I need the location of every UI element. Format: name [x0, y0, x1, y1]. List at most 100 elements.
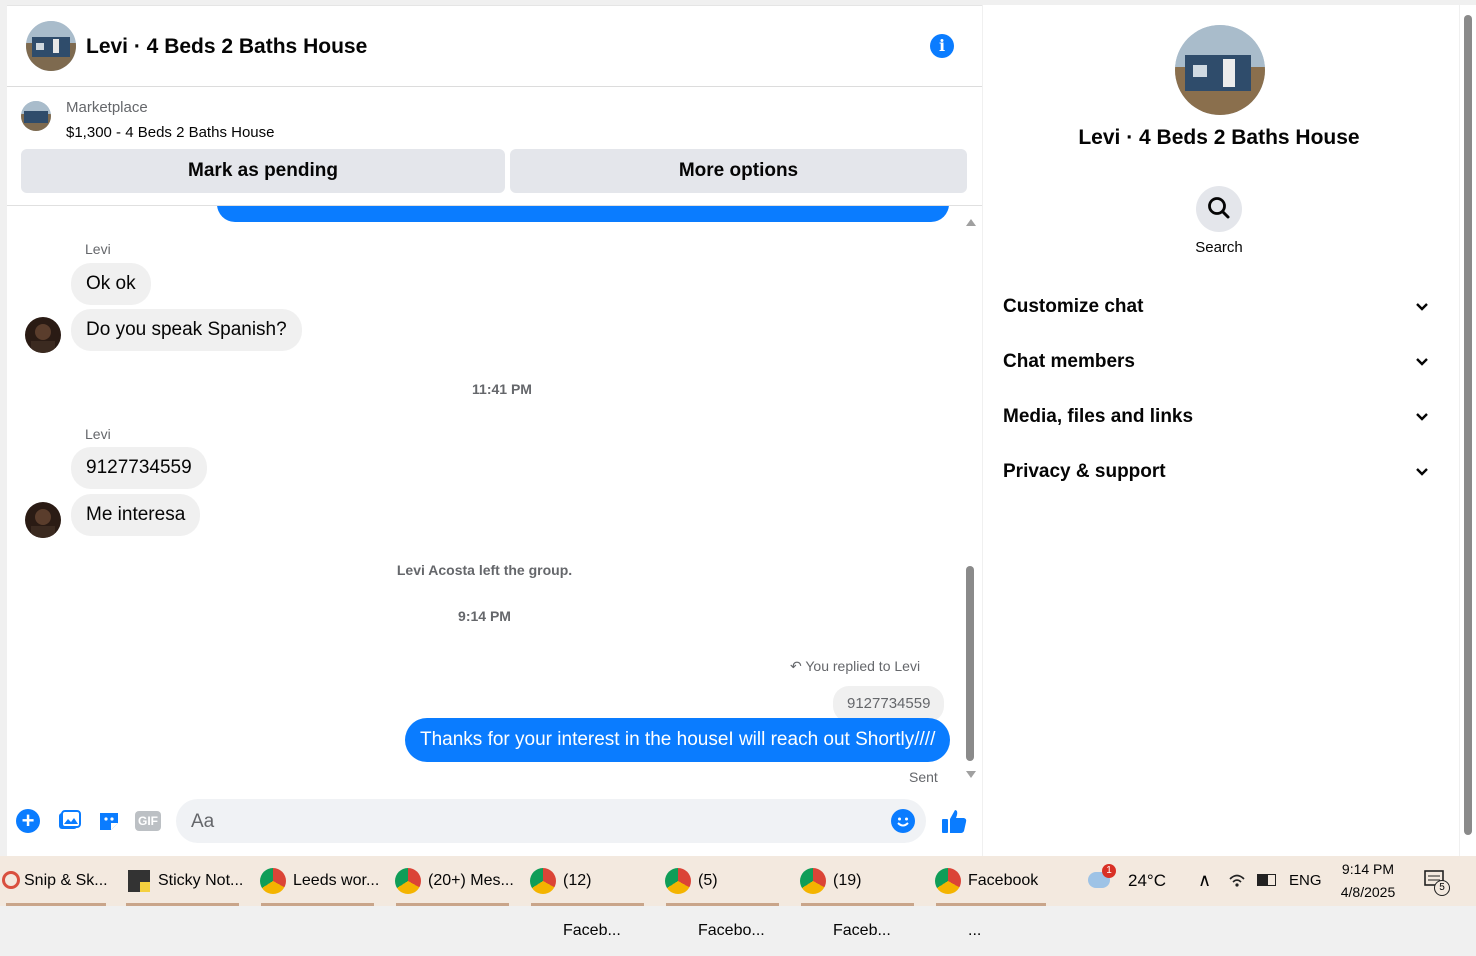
message-input[interactable]: Aa: [176, 799, 926, 843]
group-event: Levi Acosta left the group.: [396, 562, 573, 578]
notification-count: 5: [1434, 880, 1450, 896]
outgoing-message[interactable]: Thanks for your interest in the houseI w…: [405, 718, 951, 762]
section-privacy-support[interactable]: Privacy & support: [1003, 461, 1443, 491]
taskbar-label: (19) Faceb...: [833, 872, 891, 939]
chat-pane: Levi · 4 Beds 2 Baths House i Marketplac…: [7, 5, 982, 857]
person-photo: [31, 509, 55, 538]
message-list[interactable]: Levi Ok ok Do you speak Spanish? 11:41 P…: [7, 206, 967, 786]
sticky-notes-icon: [128, 870, 150, 892]
taskbar-label: (20+) Mes...: [428, 872, 514, 889]
details-avatar[interactable]: [1175, 25, 1265, 115]
chrome-icon: [665, 868, 691, 894]
taskbar-app-chrome[interactable]: Facebook ...: [930, 856, 1052, 939]
message-bubble[interactable]: 9127734559: [71, 447, 207, 489]
listing-thumbnail[interactable]: [21, 101, 51, 131]
taskbar-app-chrome[interactable]: (19) Faceb...: [795, 856, 920, 939]
chrome-icon: [935, 868, 961, 894]
emoji-icon[interactable]: [891, 809, 915, 833]
clipped-outgoing-bubble: [217, 206, 949, 222]
quoted-message[interactable]: 9127734559: [833, 686, 945, 722]
taskbar-app-chrome[interactable]: Leeds wor...: [255, 856, 380, 906]
scroll-thumb[interactable]: [966, 566, 974, 761]
section-label: Privacy & support: [1003, 461, 1166, 482]
snip-icon: [2, 871, 20, 889]
search-icon: [1208, 197, 1230, 219]
language-indicator[interactable]: ENG: [1289, 872, 1322, 889]
weather-badge: 1: [1102, 864, 1116, 878]
taskbar-label: Facebook ...: [968, 872, 1039, 939]
scroll-down-icon[interactable]: [966, 771, 976, 778]
chevron-up-icon[interactable]: ∧: [1198, 870, 1211, 891]
person-photo: [31, 324, 55, 353]
chevron-down-icon: [1416, 358, 1428, 366]
info-icon[interactable]: i: [930, 34, 954, 58]
window-scrollbar[interactable]: [1460, 5, 1476, 856]
like-icon[interactable]: [940, 807, 968, 840]
sender-name: Levi: [85, 241, 111, 257]
search-label: Search: [1195, 239, 1243, 256]
section-label: Chat members: [1003, 351, 1135, 372]
chat-avatar[interactable]: [26, 21, 76, 71]
timestamp: 9:14 PM: [458, 608, 511, 624]
taskbar-label: Sticky Not...: [158, 872, 244, 889]
taskbar-app-chrome[interactable]: (5) Facebo...: [660, 856, 785, 939]
sender-name: Levi: [85, 426, 111, 442]
taskbar-app-chrome[interactable]: (20+) Mes...: [390, 856, 515, 906]
chevron-down-icon: [1416, 303, 1428, 311]
taskbar-label: (5) Facebo...: [698, 872, 765, 939]
notification-center-icon[interactable]: 5: [1424, 870, 1450, 896]
chevron-down-icon: [1416, 468, 1428, 476]
wifi-icon[interactable]: [1228, 871, 1246, 894]
house-thumb: [21, 101, 51, 131]
listing-title[interactable]: $1,300 - 4 Beds 2 Baths House: [66, 124, 274, 141]
gif-icon[interactable]: GIF: [135, 811, 161, 831]
chevron-down-icon: [1416, 413, 1428, 421]
chrome-icon: [530, 868, 556, 894]
chat-title: Levi · 4 Beds 2 Baths House: [86, 35, 368, 58]
message-bubble[interactable]: Ok ok: [71, 263, 151, 305]
temperature[interactable]: 24°C: [1128, 871, 1166, 891]
taskbar-app-chrome[interactable]: (12) Faceb...: [525, 856, 650, 939]
sent-status: Sent: [909, 769, 938, 785]
chat-header: Levi · 4 Beds 2 Baths House i: [7, 6, 982, 87]
taskbar-label: Snip & Sk...: [24, 872, 108, 889]
clock-date[interactable]: 4/8/2025: [1336, 884, 1400, 900]
marketplace-label: Marketplace: [66, 99, 148, 116]
clock-time[interactable]: 9:14 PM: [1338, 861, 1398, 877]
more-options-button[interactable]: More options: [510, 149, 967, 193]
composer: + GIF Aa: [7, 791, 982, 857]
details-title: Levi · 4 Beds 2 Baths House: [1078, 126, 1360, 149]
taskbar-app-sticky[interactable]: Sticky Not...: [120, 856, 245, 906]
taskbar: Snip & Sk... Sticky Not... Leeds wor... …: [0, 856, 1476, 939]
input-placeholder: Aa: [191, 811, 215, 832]
battery-icon[interactable]: [1257, 874, 1276, 886]
message-bubble[interactable]: Do you speak Spanish?: [71, 309, 302, 351]
section-label: Customize chat: [1003, 296, 1144, 317]
plus-icon[interactable]: +: [16, 809, 40, 833]
contact-avatar[interactable]: [25, 502, 61, 538]
contact-avatar[interactable]: [25, 317, 61, 353]
taskbar-label: Leeds wor...: [293, 872, 380, 889]
weather-widget[interactable]: 1: [1088, 864, 1118, 896]
taskbar-app-snip[interactable]: Snip & Sk...: [0, 856, 112, 906]
gallery-icon[interactable]: [57, 809, 81, 838]
section-chat-members[interactable]: Chat members: [1003, 351, 1443, 381]
reply-label: You replied to Levi: [805, 658, 921, 674]
reply-indicator: ↶ You replied to Levi: [790, 658, 920, 675]
window-scroll-thumb[interactable]: [1464, 15, 1472, 835]
search-button[interactable]: [1196, 186, 1242, 232]
sticker-icon[interactable]: [97, 809, 121, 838]
mark-pending-button[interactable]: Mark as pending: [21, 149, 505, 193]
section-label: Media, files and links: [1003, 406, 1194, 427]
section-customize-chat[interactable]: Customize chat: [1003, 296, 1443, 326]
taskbar-label: (12) Faceb...: [563, 872, 621, 939]
timestamp: 11:41 PM: [472, 381, 532, 397]
message-scrollbar[interactable]: [963, 211, 977, 781]
chrome-icon: [260, 868, 286, 894]
message-bubble[interactable]: Me interesa: [71, 494, 201, 536]
chrome-icon: [800, 868, 826, 894]
chrome-icon: [395, 868, 421, 894]
section-media-files-links[interactable]: Media, files and links: [1003, 406, 1443, 436]
scroll-up-icon[interactable]: [966, 219, 976, 226]
house-photo: [26, 21, 76, 71]
